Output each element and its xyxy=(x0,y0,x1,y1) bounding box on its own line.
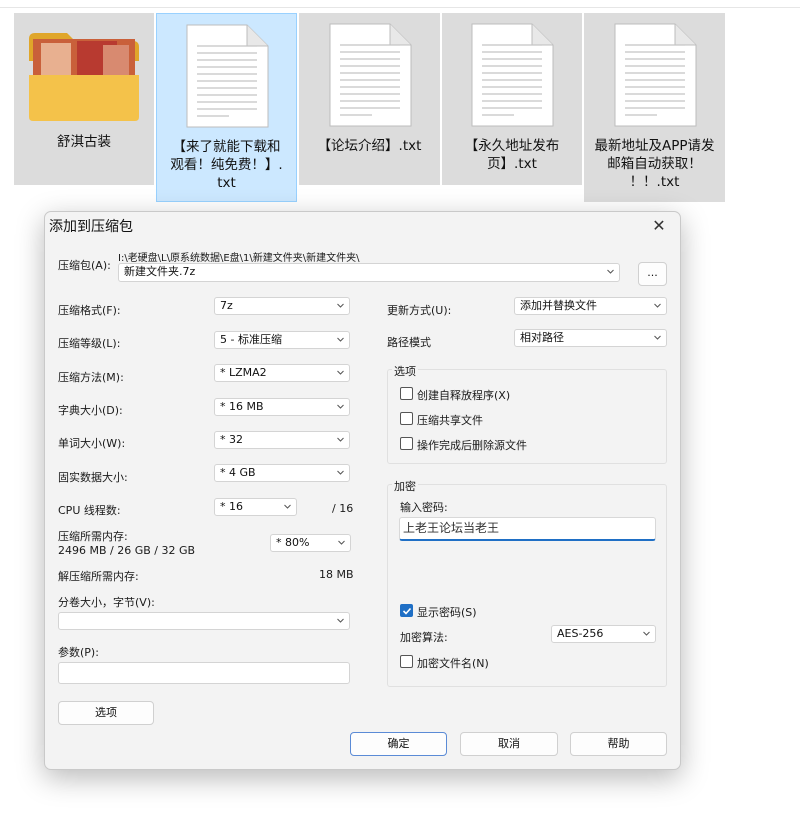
solid-select[interactable]: * 4 GB xyxy=(214,464,350,482)
format-select[interactable]: 7z xyxy=(214,297,350,315)
chevron-down-icon xyxy=(337,618,344,623)
method-value: * LZMA2 xyxy=(220,366,267,379)
chevron-down-icon xyxy=(337,404,344,409)
mem-percent-select[interactable]: * 80% xyxy=(270,534,351,552)
solid-label: 固实数据大小: xyxy=(58,471,128,484)
file-txt-forum[interactable]: 【论坛介绍】.txt xyxy=(299,13,440,185)
word-select[interactable]: * 32 xyxy=(214,431,350,449)
top-divider xyxy=(0,7,800,8)
text-file-icon xyxy=(613,23,697,127)
sfx-label: 创建自释放程序(X) xyxy=(417,389,511,402)
archive-name-combo[interactable]: 新建文件夹.7z xyxy=(118,263,620,282)
help-button[interactable]: 帮助 xyxy=(570,732,667,756)
level-label: 压缩等级(L): xyxy=(58,337,121,350)
update-select[interactable]: 添加并替换文件 xyxy=(514,297,667,315)
cpu-select[interactable]: * 16 xyxy=(214,498,297,516)
mem-label: 压缩所需内存: xyxy=(58,530,128,543)
options-button[interactable]: 选项 xyxy=(58,701,154,725)
archive-label: 压缩包(A): xyxy=(58,259,111,272)
shared-label: 压缩共享文件 xyxy=(417,414,483,427)
volume-label: 分卷大小，字节(V): xyxy=(58,596,155,609)
password-value: 上老王论坛当老王 xyxy=(403,521,500,535)
chevron-down-icon xyxy=(337,470,344,475)
chevron-down-icon xyxy=(607,269,614,274)
enc-method-label: 加密算法: xyxy=(400,631,448,644)
close-icon[interactable]: ✕ xyxy=(648,215,670,237)
format-label: 压缩格式(F): xyxy=(58,304,121,317)
file-txt-free[interactable]: 【来了就能下载和 观看！纯免费！】. txt xyxy=(156,13,297,202)
cpu-total: / 16 xyxy=(332,502,354,515)
file-label: 【论坛介绍】.txt xyxy=(317,138,422,154)
word-value: * 32 xyxy=(220,433,243,446)
decomp-value: 18 MB xyxy=(319,568,354,581)
file-folder-shuqi[interactable]: 舒淇古装 xyxy=(14,13,154,185)
text-file-icon xyxy=(328,23,412,127)
file-txt-address[interactable]: 【永久地址发布 页】.txt xyxy=(442,13,582,185)
solid-value: * 4 GB xyxy=(220,466,256,479)
show-password-label: 显示密码(S) xyxy=(417,606,477,619)
file-txt-latest[interactable]: 最新地址及APP请发 邮箱自动获取！ ！！.txt xyxy=(584,13,725,202)
method-label: 压缩方法(M): xyxy=(58,371,124,384)
cpu-label: CPU 线程数: xyxy=(58,504,121,517)
path-mode-label: 路径模式 xyxy=(387,336,431,349)
chevron-down-icon xyxy=(338,540,345,545)
level-select[interactable]: 5 - 标准压缩 xyxy=(214,331,350,349)
checkmark-icon xyxy=(402,607,412,615)
archive-path: I:\老硬盘\L\原系统数据\E盘\1\新建文件夹\新建文件夹\ xyxy=(118,253,360,264)
chevron-down-icon xyxy=(643,631,650,636)
browse-button[interactable]: ... xyxy=(638,262,667,286)
file-label: 最新地址及APP请发 邮箱自动获取！ ！！.txt xyxy=(594,138,715,190)
chevron-down-icon xyxy=(337,337,344,342)
volume-select[interactable] xyxy=(58,612,350,630)
enc-method-select[interactable]: AES-256 xyxy=(551,625,656,643)
show-password-checkbox[interactable] xyxy=(400,604,413,617)
path-mode-select[interactable]: 相对路径 xyxy=(514,329,667,347)
encrypt-group-title: 加密 xyxy=(392,478,418,494)
encrypt-names-checkbox[interactable] xyxy=(400,655,413,668)
delete-source-checkbox[interactable] xyxy=(400,437,413,450)
chevron-down-icon xyxy=(337,437,344,442)
chevron-down-icon xyxy=(284,504,291,509)
path-mode-value: 相对路径 xyxy=(520,331,564,344)
chevron-down-icon xyxy=(654,335,661,340)
options-group-title: 选项 xyxy=(392,363,418,379)
shared-checkbox[interactable] xyxy=(400,412,413,425)
delete-source-label: 操作完成后删除源文件 xyxy=(417,439,527,452)
update-value: 添加并替换文件 xyxy=(520,299,597,312)
params-input[interactable] xyxy=(58,662,350,684)
word-label: 单词大小(W): xyxy=(58,437,126,450)
update-label: 更新方式(U): xyxy=(387,304,452,317)
sfx-checkbox[interactable] xyxy=(400,387,413,400)
text-file-icon xyxy=(470,23,554,127)
folder-icon xyxy=(27,31,141,123)
encrypt-names-label: 加密文件名(N) xyxy=(417,657,489,670)
format-value: 7z xyxy=(220,299,233,312)
dict-select[interactable]: * 16 MB xyxy=(214,398,350,416)
dialog-title: 添加到压缩包 xyxy=(49,219,133,235)
dict-value: * 16 MB xyxy=(220,400,264,413)
level-value: 5 - 标准压缩 xyxy=(220,333,282,346)
params-label: 参数(P): xyxy=(58,646,99,659)
mem-percent-value: * 80% xyxy=(276,536,310,549)
archive-name-value: 新建文件夹.7z xyxy=(124,265,196,278)
file-label: 舒淇古装 xyxy=(57,134,111,150)
password-label: 输入密码: xyxy=(400,501,448,514)
chevron-down-icon xyxy=(337,303,344,308)
mem-value: 2496 MB / 26 GB / 32 GB xyxy=(58,544,196,557)
chevron-down-icon xyxy=(654,303,661,308)
cancel-button[interactable]: 取消 xyxy=(460,732,558,756)
text-file-icon xyxy=(185,24,269,128)
chevron-down-icon xyxy=(337,370,344,375)
cpu-value: * 16 xyxy=(220,500,243,513)
method-select[interactable]: * LZMA2 xyxy=(214,364,350,382)
enc-method-value: AES-256 xyxy=(557,627,604,640)
file-label: 【永久地址发布 页】.txt xyxy=(464,138,560,172)
file-label: 【来了就能下载和 观看！纯免费！】. txt xyxy=(170,139,283,191)
add-to-archive-dialog: 添加到压缩包 ✕ 压缩包(A): I:\老硬盘\L\原系统数据\E盘\1\新建文… xyxy=(44,211,681,770)
decomp-label: 解压缩所需内存: xyxy=(58,570,139,583)
password-input[interactable]: 上老王论坛当老王 xyxy=(399,517,656,541)
dict-label: 字典大小(D): xyxy=(58,404,123,417)
ok-button[interactable]: 确定 xyxy=(350,732,447,756)
